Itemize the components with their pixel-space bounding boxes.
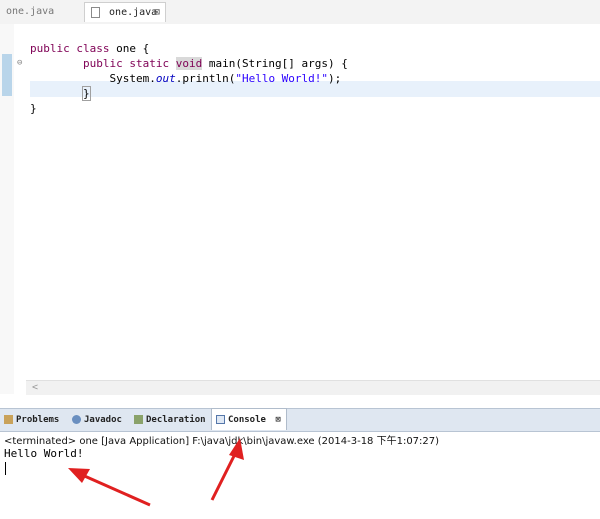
- annotation-arrows: [68, 438, 244, 507]
- red-arrow-icon: [68, 468, 151, 507]
- red-arrow-icon: [210, 438, 244, 501]
